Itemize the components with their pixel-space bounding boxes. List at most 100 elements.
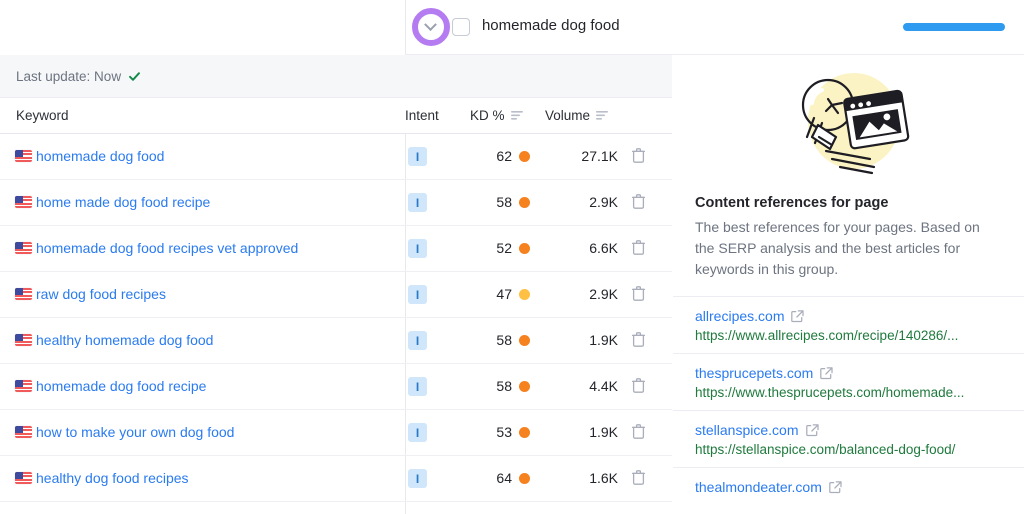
column-header-volume[interactable]: Volume bbox=[545, 108, 609, 123]
external-link-icon[interactable] bbox=[805, 423, 819, 437]
trash-icon[interactable] bbox=[632, 194, 645, 209]
kd-value: 53 bbox=[496, 424, 512, 440]
reference-url[interactable]: https://stellanspice.com/balanced-dog-fo… bbox=[695, 442, 1002, 457]
intent-badge[interactable]: I bbox=[408, 331, 427, 350]
sort-icon[interactable] bbox=[596, 108, 609, 123]
column-header-keyword[interactable]: Keyword bbox=[16, 108, 69, 123]
volume-value: 6.6K bbox=[589, 240, 618, 256]
table-row[interactable]: how to make your own dog food I 53 1.9K bbox=[0, 410, 672, 456]
reference-domain-label: stellanspice.com bbox=[695, 422, 799, 438]
kd-cell: 58 bbox=[470, 194, 530, 210]
us-flag-icon bbox=[15, 196, 32, 208]
intent-badge[interactable]: I bbox=[408, 423, 427, 442]
keyword-link[interactable]: home made dog food recipe bbox=[36, 194, 210, 210]
reference-item[interactable]: thealmondeater.com bbox=[673, 467, 1024, 505]
kd-difficulty-dot bbox=[519, 150, 530, 162]
us-flag-icon bbox=[15, 472, 32, 484]
intent-badge[interactable]: I bbox=[408, 285, 427, 304]
kd-cell: 53 bbox=[470, 424, 530, 440]
trash-icon[interactable] bbox=[632, 148, 645, 163]
kd-difficulty-dot bbox=[519, 472, 530, 484]
intent-badge[interactable]: I bbox=[408, 469, 427, 488]
us-flag-icon bbox=[15, 242, 32, 254]
external-link-icon[interactable] bbox=[829, 480, 842, 494]
volume-value: 1.9K bbox=[589, 424, 618, 440]
reference-domain-link[interactable]: stellanspice.com bbox=[695, 422, 1002, 438]
column-header-intent[interactable]: Intent bbox=[405, 108, 439, 123]
trash-icon[interactable] bbox=[632, 424, 645, 439]
keyword-rows: homemade dog food I 62 27.1K home made dog f… bbox=[0, 134, 672, 502]
intent-badge[interactable]: I bbox=[408, 193, 427, 212]
kd-value: 62 bbox=[496, 148, 512, 164]
kd-cell: 62 bbox=[470, 148, 530, 164]
keyword-group-panel: Last update: Now Keyword Intent KD % Vol… bbox=[0, 0, 1024, 514]
reference-item[interactable]: thesprucepets.com https://www.thesprucepe… bbox=[673, 353, 1024, 410]
select-group-checkbox[interactable] bbox=[451, 18, 470, 36]
table-row[interactable]: healthy dog food recipes I 64 1.6K bbox=[0, 456, 672, 502]
kd-value: 58 bbox=[496, 378, 512, 394]
us-flag-icon bbox=[15, 334, 32, 346]
keyword-link[interactable]: homemade dog food bbox=[36, 148, 164, 164]
chevron-down-icon bbox=[424, 17, 438, 31]
keyword-link[interactable]: healthy homemade dog food bbox=[36, 332, 213, 348]
trash-icon[interactable] bbox=[632, 378, 645, 393]
keyword-link[interactable]: healthy dog food recipes bbox=[36, 470, 189, 486]
check-icon bbox=[128, 70, 141, 83]
kd-cell: 58 bbox=[470, 332, 530, 348]
kd-value: 52 bbox=[496, 240, 512, 256]
reference-url[interactable]: https://www.thesprucepets.com/homemade..… bbox=[695, 385, 1002, 400]
trash-icon[interactable] bbox=[632, 240, 645, 255]
reference-domain-link[interactable]: allrecipes.com bbox=[695, 308, 1002, 324]
group-title: homemade dog food bbox=[481, 17, 620, 34]
reference-url[interactable]: https://www.allrecipes.com/recipe/140286… bbox=[695, 328, 1002, 343]
group-progress-bar bbox=[902, 23, 1005, 31]
us-flag-icon bbox=[15, 380, 32, 392]
reference-domain-link[interactable]: thealmondeater.com bbox=[695, 479, 1002, 495]
keyword-link[interactable]: how to make your own dog food bbox=[36, 424, 234, 440]
table-row[interactable]: healthy homemade dog food I 58 1.9K bbox=[0, 318, 672, 364]
intent-badge[interactable]: I bbox=[408, 147, 427, 166]
column-header-volume-label: Volume bbox=[545, 108, 591, 123]
external-link-icon[interactable] bbox=[820, 366, 833, 380]
reference-item[interactable]: allrecipes.com https://www.allrecipes.com… bbox=[673, 296, 1024, 353]
us-flag-icon bbox=[15, 150, 32, 162]
kd-value: 47 bbox=[496, 286, 512, 302]
table-row[interactable]: home made dog food recipe I 58 2.9K bbox=[0, 180, 672, 226]
keyword-table-pane: Last update: Now Keyword Intent KD % Vol… bbox=[0, 0, 672, 514]
reference-item[interactable]: stellanspice.com https://stellanspice.com… bbox=[673, 410, 1024, 467]
last-update-bar: Last update: Now bbox=[0, 55, 672, 98]
kd-cell: 64 bbox=[470, 470, 530, 486]
table-row[interactable]: homemade dog food I 62 27.1K bbox=[0, 134, 672, 180]
column-header-kd-label: KD % bbox=[470, 108, 505, 123]
intent-badge[interactable]: I bbox=[408, 377, 427, 396]
reference-domain-link[interactable]: thesprucepets.com bbox=[695, 365, 1002, 381]
keyword-link[interactable]: raw dog food recipes bbox=[36, 286, 166, 302]
kd-difficulty-dot bbox=[519, 288, 530, 300]
trash-icon[interactable] bbox=[632, 332, 645, 347]
kd-difficulty-dot bbox=[519, 242, 530, 254]
trash-icon[interactable] bbox=[632, 286, 645, 301]
kd-value: 58 bbox=[496, 332, 512, 348]
group-header: homemade dog food 58 98.6K 21 Write cont… bbox=[405, 0, 1024, 55]
external-link-icon[interactable] bbox=[791, 309, 805, 323]
column-header-kd[interactable]: KD % bbox=[470, 108, 524, 123]
intent-badge[interactable]: I bbox=[408, 239, 427, 258]
table-row[interactable]: homemade dog food recipe I 58 4.4K bbox=[0, 364, 672, 410]
us-flag-icon bbox=[15, 288, 32, 300]
table-row[interactable]: raw dog food recipes I 47 2.9K bbox=[0, 272, 672, 318]
table-row[interactable]: homemade dog food recipes vet approved I 5… bbox=[0, 226, 672, 272]
kd-value: 64 bbox=[496, 470, 512, 486]
trash-icon[interactable] bbox=[632, 470, 645, 485]
volume-value: 1.9K bbox=[589, 332, 618, 348]
kd-value: 58 bbox=[496, 194, 512, 210]
volume-value: 1.6K bbox=[589, 470, 618, 486]
volume-value: 2.9K bbox=[589, 194, 618, 210]
kd-cell: 52 bbox=[470, 240, 530, 256]
expand-group-button[interactable] bbox=[411, 8, 450, 46]
kd-cell: 58 bbox=[470, 378, 530, 394]
progress-fill bbox=[902, 23, 1005, 31]
sort-icon[interactable] bbox=[510, 108, 524, 123]
kd-difficulty-dot bbox=[519, 196, 530, 208]
keyword-link[interactable]: homemade dog food recipe bbox=[36, 378, 206, 394]
keyword-link[interactable]: homemade dog food recipes vet approved bbox=[36, 240, 298, 256]
